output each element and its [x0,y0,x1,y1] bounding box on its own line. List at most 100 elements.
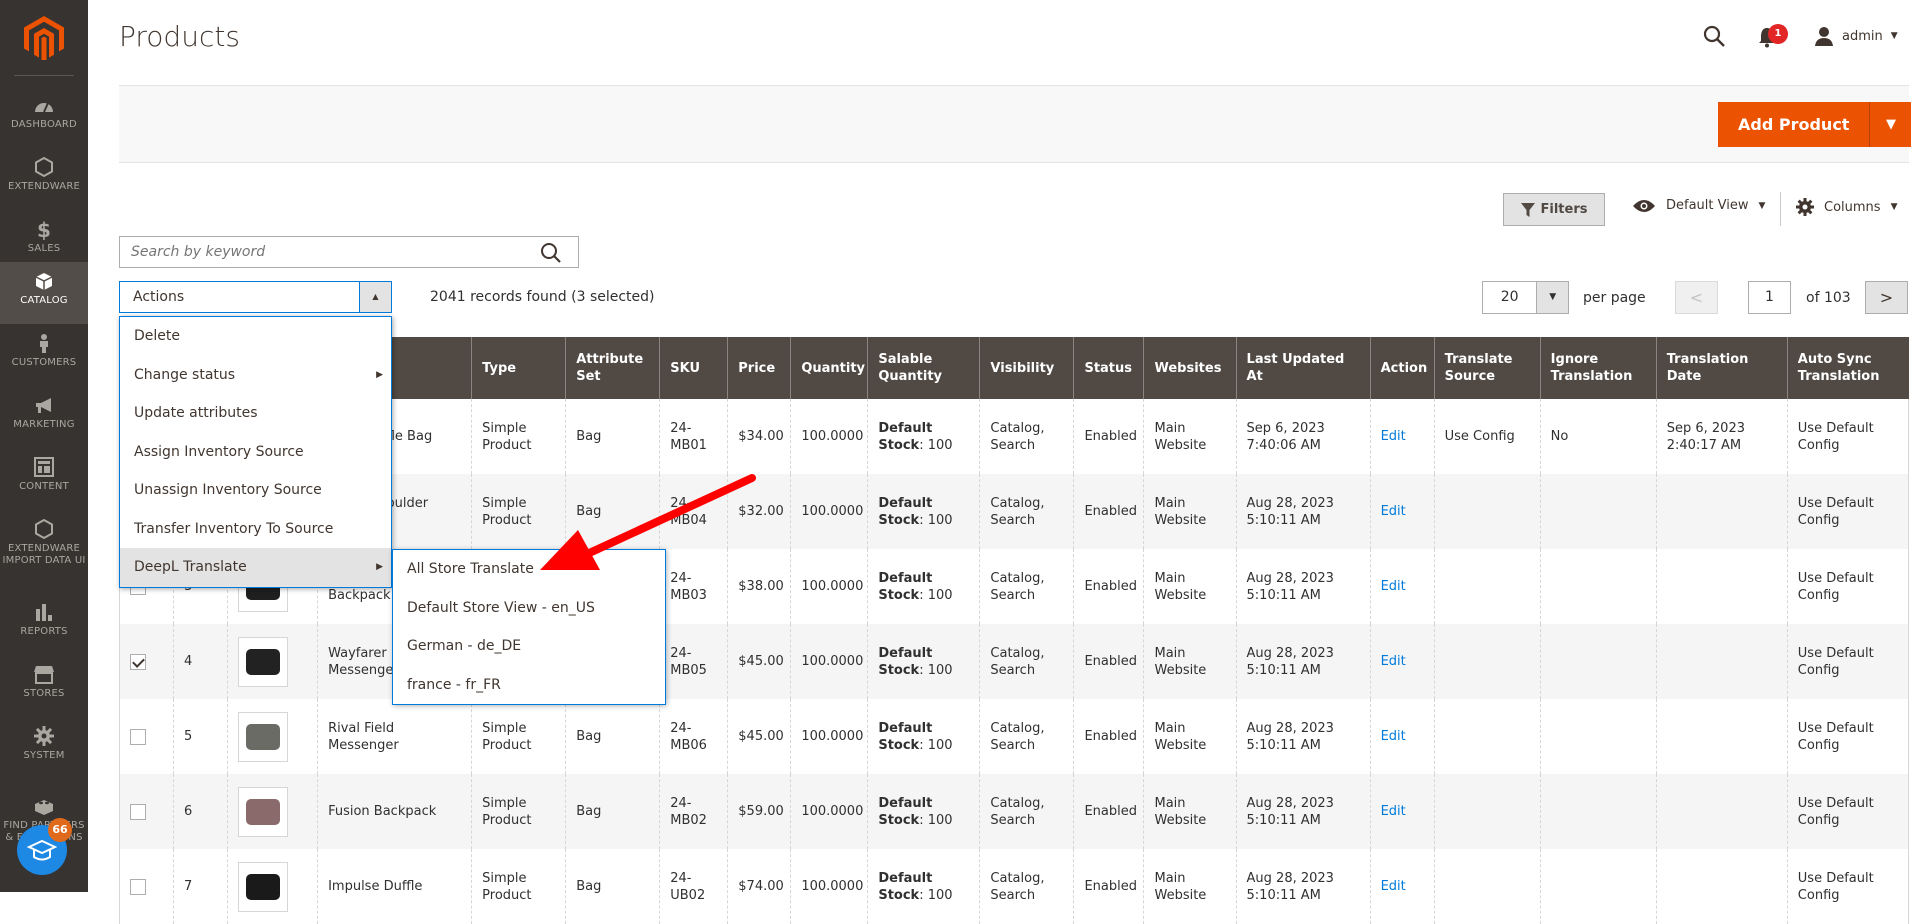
attr-set-cell: Bag [565,774,660,849]
sidebar-item-label: STORES [23,688,65,699]
product-thumbnail[interactable] [238,711,289,762]
current-page-input[interactable]: 1 [1748,281,1791,314]
menu-item-update-attributes[interactable]: Update attributes [120,394,391,433]
action-cell: Edit [1369,774,1435,849]
keyword-search-input[interactable] [120,237,520,267]
caret-up-icon[interactable]: ▲ [359,282,391,312]
row-checkbox[interactable] [130,728,146,745]
add-product-label[interactable]: Add Product [1718,102,1869,147]
caret-down-icon[interactable]: ▼ [1536,282,1568,313]
auto-sync-cell: Use Default Config [1786,549,1910,624]
submenu-item-default-store-view-en-us[interactable]: Default Store View - en_US [393,589,665,628]
edit-link[interactable]: Edit [1381,579,1406,594]
column-header[interactable]: Auto Sync Translation [1786,337,1909,399]
per-page-select[interactable]: 20 ▼ [1482,281,1569,314]
menu-item-transfer-inventory-to-source[interactable]: Transfer Inventory To Source [120,510,391,549]
type-cell: Simple Product [471,399,566,474]
edit-link[interactable]: Edit [1381,654,1406,669]
row-checkbox[interactable] [130,878,146,895]
caret-right-icon: ▶ [376,562,383,572]
column-header[interactable]: Translation Date [1655,337,1788,399]
global-search-icon[interactable] [1702,24,1726,48]
edit-link[interactable]: Edit [1381,504,1406,519]
salable-quantity-cell: Default Stock: 100 [867,774,980,849]
menu-item-unassign-inventory-source[interactable]: Unassign Inventory Source [120,471,391,510]
user-menu[interactable]: admin ▼ [1814,26,1898,46]
sidebar-item-marketing[interactable]: MARKETING [0,386,88,448]
keyword-search [119,236,579,268]
menu-item-label: Unassign Inventory Source [134,482,322,498]
column-header[interactable]: Price [727,337,791,399]
column-header[interactable]: Attribute Set [565,337,660,399]
status-cell: Enabled [1073,774,1144,849]
visibility-cell: Catalog, Search [979,849,1074,924]
product-thumbnail[interactable] [238,786,289,837]
row-select-cell[interactable] [118,699,174,774]
translate-source-cell [1433,474,1541,549]
menu-item-assign-inventory-source[interactable]: Assign Inventory Source [120,433,391,472]
mass-actions-dropdown[interactable]: Actions ▲ [119,281,392,313]
sidebar-item-reports[interactable]: REPORTS [0,593,88,655]
column-header[interactable]: Salable Quantity [867,337,980,399]
table-row[interactable]: 4Wayfarer Messenger BagSimple ProductBag… [118,624,1910,699]
row-select-cell[interactable] [118,849,174,924]
edit-link[interactable]: Edit [1381,729,1406,744]
translation-date-cell [1655,474,1788,549]
column-header[interactable]: Translate Source [1433,337,1541,399]
column-header[interactable]: Status [1073,337,1144,399]
table-row[interactable]: 6 Fusion Backpack Simple Product Bag 24-MB02… [118,774,1910,849]
submenu-item-german-de-de[interactable]: German - de_DE [393,627,665,666]
next-page-button[interactable]: > [1865,281,1908,314]
row-checkbox[interactable] [130,803,146,820]
column-header[interactable]: Last Updated At [1235,337,1371,399]
sidebar-item-catalog[interactable]: CATALOG [0,262,88,324]
caret-right-icon: ▶ [376,369,383,380]
sidebar-item-content[interactable]: CONTENT [0,448,88,510]
row-select-cell[interactable] [118,774,174,849]
column-header[interactable]: Visibility [979,337,1074,399]
updated-cell: Aug 28, 2023 5:10:11 AM [1235,774,1371,849]
column-header[interactable]: Websites [1143,337,1237,399]
sidebar-item-system[interactable]: SYSTEM [0,717,88,779]
sidebar-item-customers[interactable]: CUSTOMERS [0,324,88,386]
submenu-item-all-store-translate[interactable]: All Store Translate [393,550,665,589]
websites-cell: Main Website [1143,774,1237,849]
table-row[interactable]: 5 Rival Field Messenger Simple Product Bag 2… [118,699,1910,774]
menu-item-change-status[interactable]: Change status ▶ [120,356,391,395]
column-header[interactable]: Type [471,337,566,399]
column-header[interactable]: SKU [659,337,728,399]
column-header[interactable]: Ignore Translation [1539,337,1657,399]
column-header[interactable]: Action [1369,337,1435,399]
salable-stock-value: : 100 [919,662,953,678]
salable-stock-value: : 100 [919,587,953,603]
row-select-cell[interactable] [118,624,174,699]
product-thumbnail[interactable] [238,636,289,687]
sidebar-item-dashboard[interactable]: DASHBOARD [0,86,88,148]
product-thumbnail[interactable] [238,861,289,912]
auto-sync-cell: Use Default Config [1786,699,1910,774]
edit-link[interactable]: Edit [1381,429,1406,444]
sidebar-item-stores[interactable]: STORES [0,655,88,717]
visibility-cell: Catalog, Search [979,624,1074,699]
magento-logo-icon[interactable] [24,16,64,60]
submenu-item-france-fr-fr[interactable]: france - fr_FR [393,666,665,705]
visibility-cell: Catalog, Search [979,699,1074,774]
view-switcher[interactable]: Default View ▼ [1632,198,1765,213]
row-checkbox[interactable] [130,653,146,670]
table-row[interactable]: 7 Impulse Duffle Simple Product Bag 24-UB02 $… [118,849,1910,924]
sidebar-item-extendware[interactable]: EXTENDWARE [0,148,88,210]
sidebar-item-extendware-import-data-ui[interactable]: EXTENDWARE IMPORT DATA UI [0,510,88,572]
user-icon [1815,27,1833,46]
search-icon[interactable] [540,242,562,264]
previous-page-button[interactable]: < [1675,281,1718,314]
menu-item-deepl-translate[interactable]: DeepL Translate ▶ [120,548,391,587]
menu-item-delete[interactable]: Delete [120,317,391,356]
qty-cell: 100.0000 [790,699,868,774]
columns-control[interactable]: Columns ▼ [1796,198,1897,216]
edit-link[interactable]: Edit [1381,804,1406,819]
filters-button[interactable]: Filters [1503,193,1605,226]
add-product-button[interactable]: Add Product ▼ [1718,102,1912,147]
add-product-type-dropdown[interactable]: ▼ [1869,102,1911,147]
column-header[interactable]: Quantity [790,337,868,399]
translation-date-cell [1655,624,1788,699]
